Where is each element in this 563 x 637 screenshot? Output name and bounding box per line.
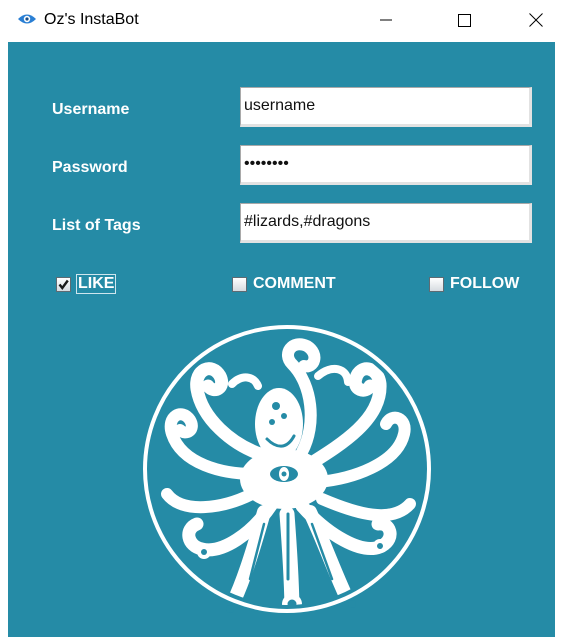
checkmark-icon [58, 279, 69, 290]
follow-label: FOLLOW [450, 275, 520, 292]
tags-input[interactable] [240, 203, 532, 243]
main-panel: Username Password List of Tags LIKE COMM… [8, 42, 555, 637]
maximize-icon [457, 13, 471, 27]
maximize-button[interactable] [436, 0, 492, 40]
comment-checkbox[interactable] [232, 276, 247, 292]
like-option[interactable]: LIKE [56, 274, 117, 294]
password-input[interactable] [240, 145, 532, 185]
comment-option[interactable]: COMMENT [232, 274, 336, 294]
username-label: Username [52, 101, 130, 118]
follow-checkbox[interactable] [429, 276, 444, 292]
window-title: Oz's InstaBot [44, 11, 139, 28]
octopus-logo [143, 325, 431, 613]
title-bar[interactable]: Oz's InstaBot [0, 0, 563, 40]
username-input[interactable] [240, 87, 532, 127]
like-checkbox[interactable] [56, 276, 71, 292]
close-icon [529, 13, 543, 27]
like-label: LIKE [75, 274, 117, 294]
app-window: Oz's InstaBot Username Password List of … [0, 0, 563, 637]
close-button[interactable] [508, 0, 563, 40]
minimize-icon [380, 19, 392, 21]
follow-option[interactable]: FOLLOW [429, 274, 519, 294]
minimize-button[interactable] [358, 0, 414, 40]
password-label: Password [52, 159, 128, 176]
comment-label: COMMENT [253, 275, 336, 292]
tags-label: List of Tags [52, 217, 141, 234]
eye-icon [18, 14, 36, 24]
